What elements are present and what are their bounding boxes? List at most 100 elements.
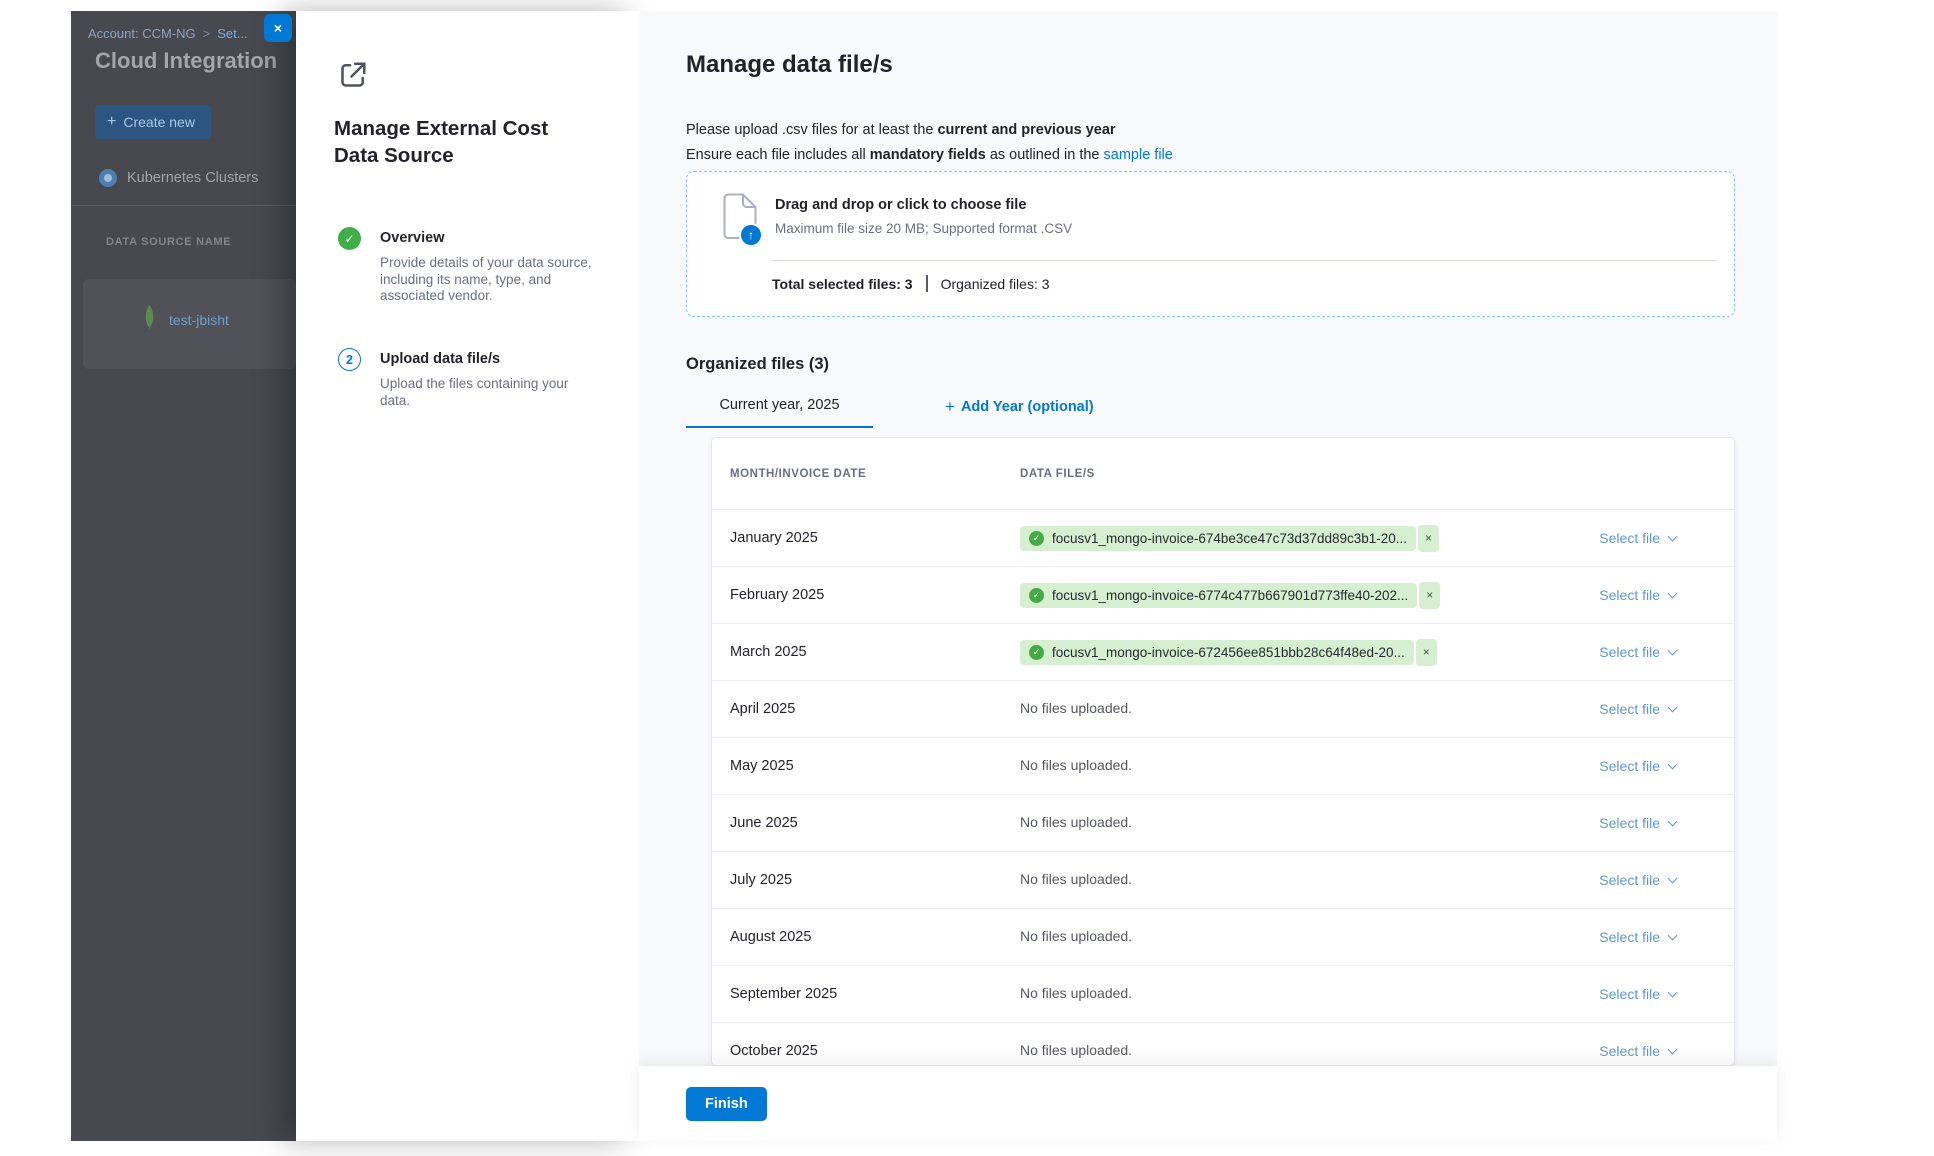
panel-title: Manage data file/s [686,51,893,79]
manage-data-files-panel: Manage data file/s Please upload .csv fi… [639,11,1777,1141]
table-row: February 2025 ✓ focusv1_mongo-invoice-67… [712,567,1734,624]
no-files-text: No files uploaded. [1020,928,1132,944]
file-chip-group: ✓ focusv1_mongo-invoice-672456ee851bbb28… [1020,639,1599,666]
chevron-down-icon [1668,1044,1678,1054]
step-number-icon: 2 [338,348,361,371]
chevron-down-icon [1668,531,1678,541]
no-files-text: No files uploaded. [1020,814,1132,830]
check-circle-icon: ✓ [338,227,361,250]
select-file-dropdown[interactable]: Select file [1599,758,1676,774]
check-circle-icon: ✓ [1029,588,1044,603]
file-name: focusv1_mongo-invoice-674be3ce47c73d37dd… [1052,531,1407,546]
file-chip-group: ✓ focusv1_mongo-invoice-674be3ce47c73d37… [1020,525,1599,552]
wizard-panel: Manage External Cost Data Source ✓ Overv… [296,11,639,1141]
vertical-divider [926,275,928,292]
add-year-button[interactable]: + Add Year (optional) [945,398,1094,415]
chevron-down-icon [1668,987,1678,997]
breadcrumb[interactable]: Account: CCM-NG > Set... [88,26,248,41]
month-label: September 2025 [730,986,1020,1002]
column-header-month: MONTH/INVOICE DATE [730,468,1020,480]
no-files-text: No files uploaded. [1020,871,1132,887]
check-circle-icon: ✓ [1029,645,1044,660]
file-chip: ✓ focusv1_mongo-invoice-672456ee851bbb28… [1020,640,1414,665]
no-files-text: No files uploaded. [1020,985,1132,1001]
plus-icon: + [107,114,116,130]
table-row: May 2025 No files uploaded. Select file [712,738,1734,795]
month-label: April 2025 [730,701,1020,717]
chevron-down-icon [1668,588,1678,598]
chevron-down-icon [1668,930,1678,940]
select-file-dropdown[interactable]: Select file [1599,815,1676,831]
no-files-text: No files uploaded. [1020,1042,1132,1058]
table-row: March 2025 ✓ focusv1_mongo-invoice-67245… [712,624,1734,681]
table-row: January 2025 ✓ focusv1_mongo-invoice-674… [712,510,1734,567]
organized-files-heading: Organized files (3) [686,355,829,374]
dropzone-title: Drag and drop or click to choose file [775,193,1072,213]
step-overview[interactable]: ✓ Overview Provide details of your data … [338,227,610,305]
create-new-label: Create new [123,114,195,130]
column-header-data-source-name: DATA SOURCE NAME [106,236,231,248]
file-chip: ✓ focusv1_mongo-invoice-674be3ce47c73d37… [1020,526,1416,551]
table-row: October 2025 No files uploaded. Select f… [712,1023,1734,1066]
background-page: Account: CCM-NG > Set... Cloud Integrati… [71,11,296,1141]
dropzone-text: Drag and drop or click to choose file Ma… [775,193,1072,245]
table-row[interactable]: test-jbisht [143,304,229,336]
upload-file-icon: ↑ [720,193,760,245]
remove-file-button[interactable]: × [1416,639,1437,666]
close-icon: × [1426,588,1433,602]
create-new-button[interactable]: + Create new [95,105,211,139]
external-link-icon [335,57,371,93]
dropzone-subtitle: Maximum file size 20 MB; Supported forma… [775,221,1072,236]
table-row: September 2025 No files uploaded. Select… [712,966,1734,1023]
file-dropzone[interactable]: ↑ Drag and drop or click to choose file … [686,171,1735,317]
table-row: April 2025 No files uploaded. Select fil… [712,681,1734,738]
breadcrumb-account[interactable]: Account: CCM-NG [88,26,196,41]
tab-current-year[interactable]: Current year, 2025 [686,397,873,428]
select-file-dropdown[interactable]: Select file [1599,644,1676,660]
close-icon: × [274,20,282,36]
month-label: July 2025 [730,872,1020,888]
table-row: June 2025 No files uploaded. Select file [712,795,1734,852]
select-file-dropdown[interactable]: Select file [1599,986,1676,1002]
tab-kubernetes-label: Kubernetes Clusters [127,170,258,186]
app-root: Account: CCM-NG > Set... Cloud Integrati… [71,11,1777,1141]
table-row: July 2025 No files uploaded. Select file [712,852,1734,909]
breadcrumb-next[interactable]: Set... [217,26,247,41]
upload-instructions: Please upload .csv files for at least th… [686,118,1173,168]
chevron-down-icon [1668,873,1678,883]
instructions-line-1: Please upload .csv files for at least th… [686,118,1173,143]
close-button[interactable]: × [264,14,292,42]
select-file-dropdown[interactable]: Select file [1599,1043,1676,1059]
finish-button[interactable]: Finish [686,1087,767,1121]
upload-arrow-icon: ↑ [739,223,763,247]
remove-file-button[interactable]: × [1419,582,1440,609]
close-icon: × [1425,531,1432,545]
wizard-title: Manage External Cost Data Source [334,115,586,169]
step-upload-data-files[interactable]: 2 Upload data file/s Upload the files co… [338,348,610,409]
divider [71,205,296,206]
select-file-dropdown[interactable]: Select file [1599,530,1676,546]
remove-file-button[interactable]: × [1418,525,1439,552]
no-files-text: No files uploaded. [1020,757,1132,773]
chevron-down-icon [1668,816,1678,826]
month-label: June 2025 [730,815,1020,831]
step-overview-description: Provide details of your data source, inc… [380,255,592,305]
select-file-dropdown[interactable]: Select file [1599,701,1676,717]
tab-kubernetes-clusters[interactable]: Kubernetes Clusters [99,169,258,187]
select-file-dropdown[interactable]: Select file [1599,587,1676,603]
select-file-dropdown[interactable]: Select file [1599,872,1676,888]
drawer-footer: Finish [639,1066,1777,1141]
plus-icon: + [945,398,955,415]
month-label: March 2025 [730,644,1020,660]
file-name: focusv1_mongo-invoice-672456ee851bbb28c6… [1052,645,1405,660]
month-label: May 2025 [730,758,1020,774]
select-file-dropdown[interactable]: Select file [1599,929,1676,945]
check-circle-icon: ✓ [1029,531,1044,546]
data-source-name-link[interactable]: test-jbisht [169,312,229,328]
step-upload-label: Upload data file/s [380,348,592,367]
organized-files-count: Organized files: 3 [941,276,1050,292]
sample-file-link[interactable]: sample file [1104,147,1173,163]
month-label: October 2025 [730,1043,1020,1059]
file-name: focusv1_mongo-invoice-6774c477b667901d77… [1052,588,1408,603]
add-year-label: Add Year (optional) [961,399,1094,415]
